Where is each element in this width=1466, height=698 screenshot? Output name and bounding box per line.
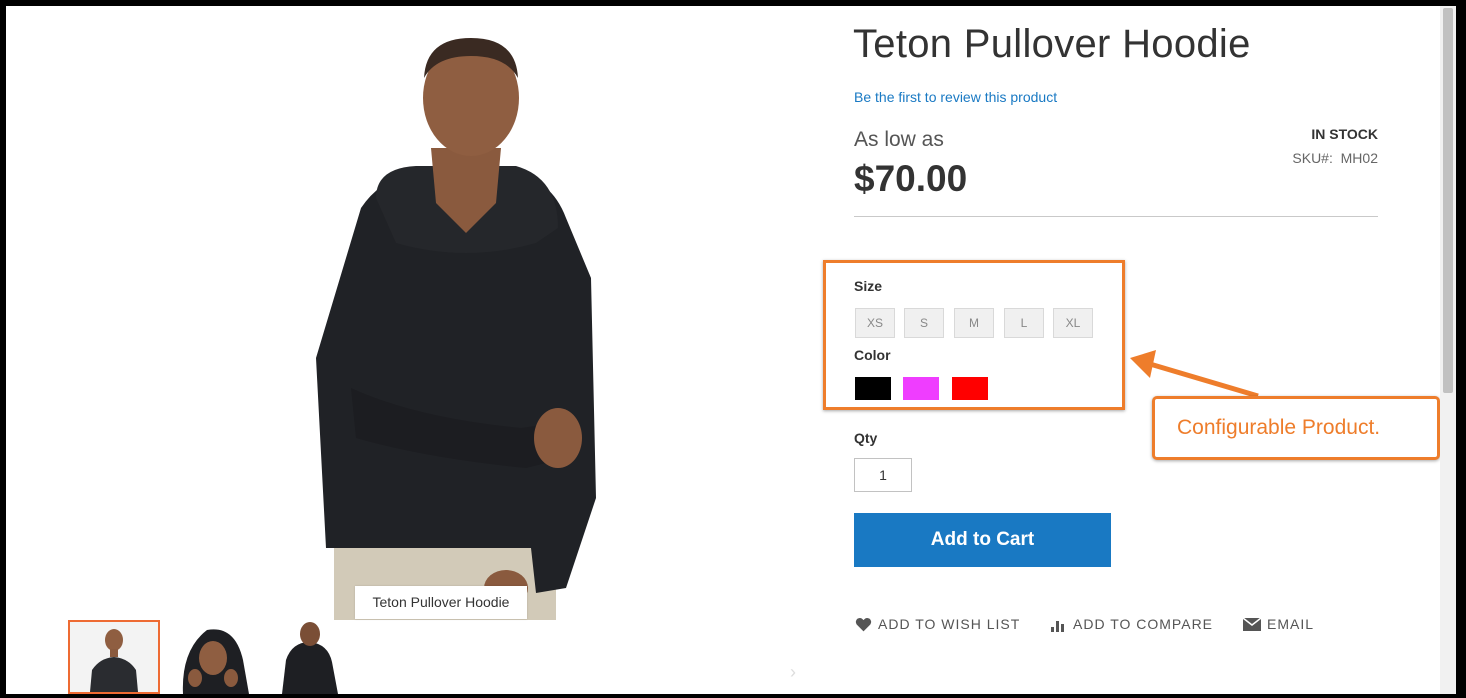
price-prefix: As low as	[854, 128, 944, 151]
product-title: Teton Pullover Hoodie	[853, 22, 1251, 66]
sku: SKU#: MH02	[1292, 150, 1378, 166]
configurable-options-highlight	[823, 260, 1125, 410]
heart-icon	[855, 617, 872, 632]
gallery-next-icon[interactable]: ›	[790, 662, 796, 683]
scrollbar-thumb[interactable]	[1443, 8, 1453, 393]
stock-status: IN STOCK	[1311, 126, 1378, 142]
qty-label: Qty	[854, 430, 878, 446]
product-main-image[interactable]	[266, 28, 656, 620]
thumbnail-front-image	[70, 622, 158, 692]
qty-input[interactable]	[854, 458, 912, 492]
thumbnail-hood[interactable]	[163, 620, 255, 694]
envelope-icon	[1243, 617, 1261, 631]
wishlist-label: ADD TO WISH LIST	[878, 616, 1021, 632]
page-frame: Teton Pullover Hoodie › Teton Pullover H…	[6, 6, 1456, 694]
email-label: EMAIL	[1267, 616, 1315, 632]
annotation-callout: Configurable Product.	[1152, 396, 1440, 460]
thumbnail-back-image	[258, 620, 350, 694]
product-price: $70.00	[854, 158, 968, 199]
vertical-scrollbar[interactable]	[1440, 6, 1456, 694]
thumbnail-hood-image	[163, 620, 255, 694]
annotation-arrow	[1130, 350, 1259, 399]
thumbnail-back[interactable]	[258, 620, 350, 694]
add-to-wishlist-link[interactable]: ADD TO WISH LIST	[855, 616, 1020, 632]
bar-chart-icon	[1050, 617, 1067, 632]
add-to-compare-link[interactable]: ADD TO COMPARE	[1050, 616, 1213, 632]
sku-label: SKU#:	[1292, 150, 1333, 166]
review-link[interactable]: Be the first to review this product	[854, 89, 1057, 105]
image-caption: Teton Pullover Hoodie	[355, 586, 527, 619]
divider	[854, 216, 1378, 217]
compare-label: ADD TO COMPARE	[1073, 616, 1214, 632]
add-to-cart-button[interactable]: Add to Cart	[854, 513, 1111, 567]
email-link[interactable]: EMAIL	[1243, 616, 1314, 632]
sku-value: MH02	[1340, 150, 1378, 166]
thumbnail-front[interactable]	[68, 620, 160, 694]
